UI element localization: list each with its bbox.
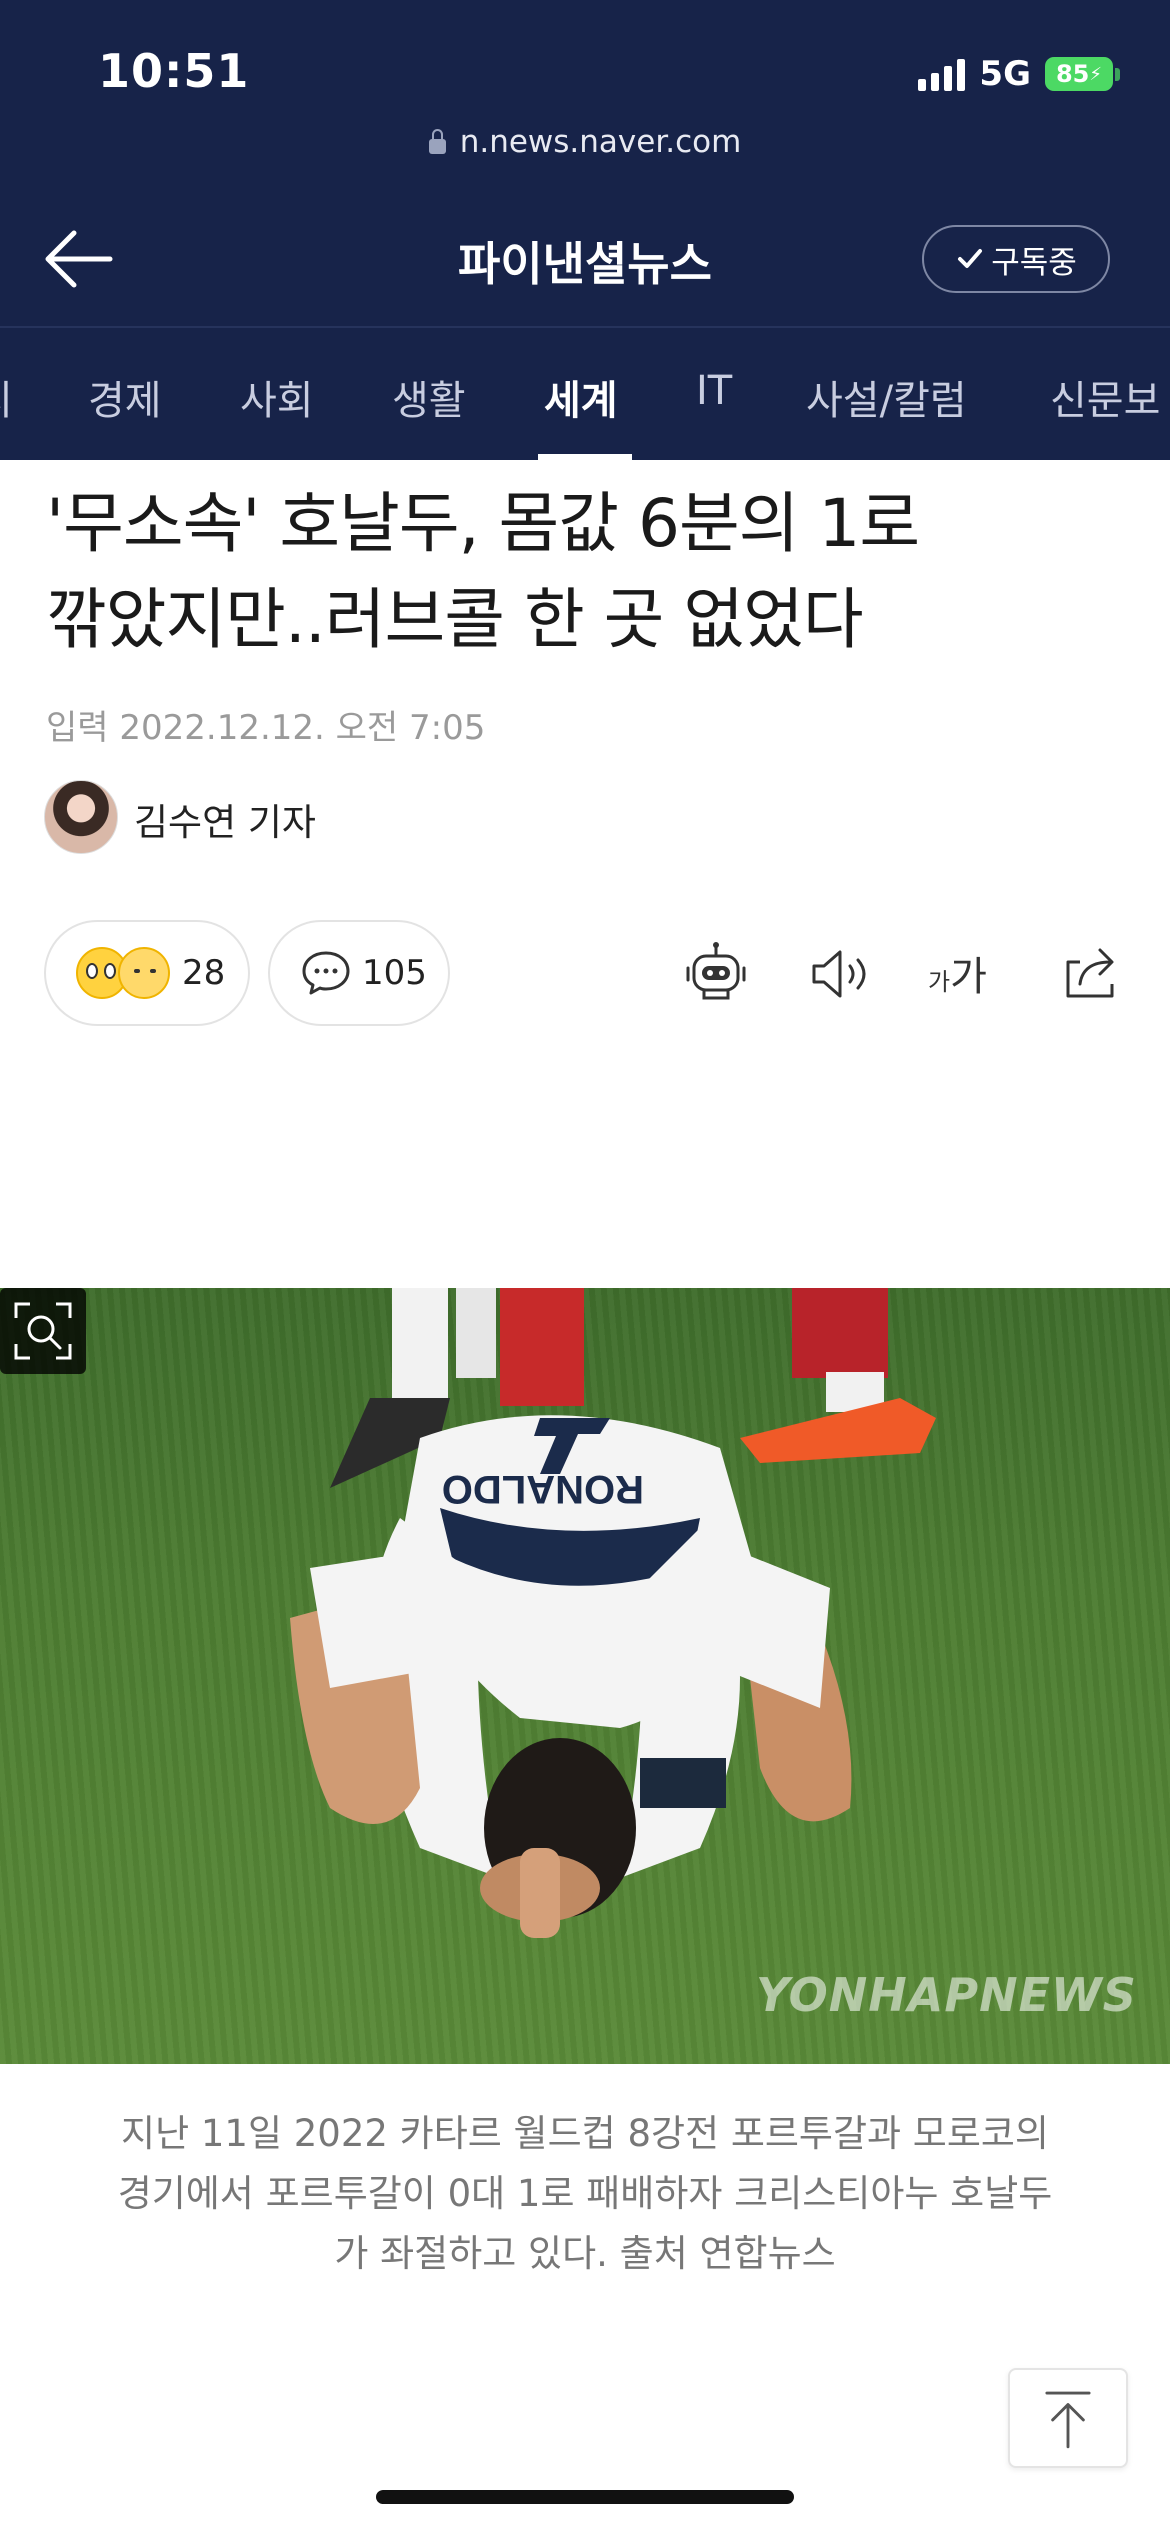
url-text: n.news.naver.com	[459, 124, 742, 160]
comment-button[interactable]: 105	[268, 920, 450, 1026]
tab-world[interactable]: 세계	[544, 368, 618, 426]
network-label: 5G	[979, 54, 1031, 94]
battery-level: 85	[1055, 60, 1090, 88]
zoom-icon[interactable]	[0, 1288, 86, 1374]
caption-line-3: 가 좌절하고 있다. 출처 연합뉴스	[334, 2232, 836, 2275]
publish-date: 입력 2022.12.12. 오전 7:05	[46, 708, 486, 748]
subscribe-button[interactable]: 구독중	[922, 225, 1110, 293]
tab-prev[interactable]: 지	[0, 368, 13, 426]
reporter-name[interactable]: 김수연 기자	[134, 792, 316, 846]
robot-summary-icon[interactable]	[680, 938, 752, 1010]
section-tabs: 지 경제 사회 생활 세계 IT 사설/칼럼 신문보	[0, 328, 1170, 460]
article-headline: '무소속' 호날두, 몸값 6분의 1로 깎았지만..러브콜 한 곳 없었다	[46, 476, 1136, 668]
subscribe-label: 구독중	[991, 244, 1077, 281]
reporter-avatar[interactable]	[44, 780, 118, 854]
tab-newspaper[interactable]: 신문보	[1050, 368, 1160, 426]
photo-caption: 지난 11일 2022 카타르 월드컵 8강전 포르투갈과 모로코의 경기에서 …	[60, 2104, 1110, 2284]
status-time: 10:51	[98, 44, 250, 98]
article-photo[interactable]: RONALDO YONHAPNEWS	[0, 1288, 1170, 2064]
photo-watermark: YONHAPNEWS	[756, 1968, 1137, 2022]
tab-life[interactable]: 생활	[392, 368, 466, 426]
font-size-button[interactable]: 가가	[928, 944, 987, 1002]
lock-icon	[428, 129, 446, 154]
active-tab-indicator	[538, 454, 632, 460]
font-small-label: 가	[928, 968, 951, 996]
battery-icon: 85 ⚡	[1045, 57, 1120, 91]
speaker-icon[interactable]	[804, 938, 876, 1010]
jersey-name: RONALDO	[442, 1467, 644, 1511]
tab-editorial[interactable]: 사설/칼럼	[806, 368, 967, 426]
share-icon[interactable]	[1054, 938, 1126, 1010]
app-header: 10:51 5G 85 ⚡ n.news.naver.com 파이낸셜뉴스 구독중…	[0, 0, 1170, 460]
url-bar[interactable]: n.news.naver.com	[0, 124, 1170, 160]
reaction-button[interactable]: 28	[44, 920, 250, 1026]
caption-line-1: 지난 11일 2022 카타르 월드컵 8강전 포르투갈과 모로코의	[121, 2112, 1049, 2155]
scroll-top-icon[interactable]	[1008, 2368, 1128, 2468]
font-large-label: 가	[950, 954, 987, 1000]
check-icon	[958, 249, 983, 268]
photo-illustration: RONALDO	[290, 1288, 936, 1938]
tab-economy[interactable]: 경제	[88, 368, 162, 426]
signal-icon	[918, 57, 966, 91]
home-indicator[interactable]	[376, 2490, 794, 2504]
headline-line-2: 깎았지만..러브콜 한 곳 없었다	[46, 581, 864, 658]
headline-line-1: '무소속' 호날두, 몸값 6분의 1로	[46, 485, 920, 562]
status-indicators: 5G 85 ⚡	[918, 54, 1120, 94]
comment-icon	[302, 951, 350, 995]
comment-count: 105	[362, 953, 427, 993]
caption-line-2: 경기에서 포르투갈이 0대 1로 패배하자 크리스티아누 호날두	[117, 2172, 1053, 2215]
tab-it[interactable]: IT	[696, 368, 732, 414]
happy-emoji-icon	[118, 947, 170, 999]
tab-society[interactable]: 사회	[240, 368, 314, 426]
reaction-count: 28	[182, 953, 226, 993]
